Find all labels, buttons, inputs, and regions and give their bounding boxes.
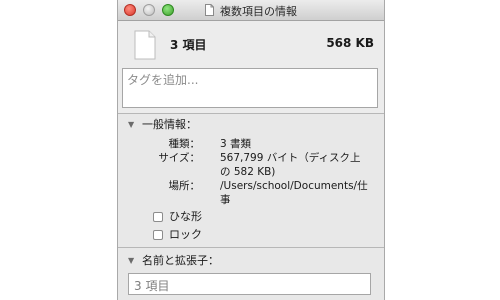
- locked-checkbox[interactable]: ロック: [153, 226, 202, 242]
- location-label: 場所：: [168, 180, 201, 192]
- document-icon: [205, 4, 214, 16]
- general-section-toggle[interactable]: ▼ 一般情報：: [128, 116, 197, 132]
- name-input[interactable]: 3 項目: [128, 273, 371, 295]
- disclosure-triangle-icon[interactable]: ▼: [128, 120, 142, 129]
- disclosure-triangle-icon[interactable]: ▼: [128, 256, 142, 265]
- item-count: 3 項目: [170, 38, 207, 52]
- title-bar[interactable]: 複数項目の情報: [118, 0, 384, 21]
- divider: [118, 247, 384, 248]
- tags-input[interactable]: タグを追加...: [122, 68, 378, 108]
- name-section-toggle[interactable]: ▼ 名前と拡張子：: [128, 252, 219, 268]
- general-section-header: 一般情報：: [142, 118, 197, 131]
- total-size: 568 KB: [326, 36, 374, 50]
- zoom-button[interactable]: [162, 4, 174, 16]
- locked-label: ロック: [169, 228, 202, 241]
- kind-value: 3 書類: [220, 138, 252, 150]
- minimize-button[interactable]: [143, 4, 155, 16]
- checkbox-icon[interactable]: [153, 212, 163, 222]
- document-icon: [134, 30, 156, 60]
- size-value: 567,799 バイト（ディスク上の 582 KB): [220, 152, 361, 178]
- summary-header: 3 項目 568 KB タグを追加...: [118, 21, 384, 113]
- location-value: /Users/school/Documents/仕事: [220, 180, 368, 206]
- checkbox-icon[interactable]: [153, 230, 163, 240]
- divider: [118, 113, 384, 114]
- window-title: 複数項目の情報: [220, 5, 297, 18]
- stationery-label: ひな形: [169, 210, 202, 223]
- name-section-header: 名前と拡張子：: [142, 254, 219, 267]
- kind-label: 種類：: [168, 138, 201, 150]
- stationery-checkbox[interactable]: ひな形: [153, 208, 202, 224]
- size-label: サイズ：: [158, 152, 200, 164]
- close-button[interactable]: [124, 4, 136, 16]
- info-window: 複数項目の情報 3 項目 568 KB タグを追加... ▼ 一般情報： 種類： …: [117, 0, 385, 300]
